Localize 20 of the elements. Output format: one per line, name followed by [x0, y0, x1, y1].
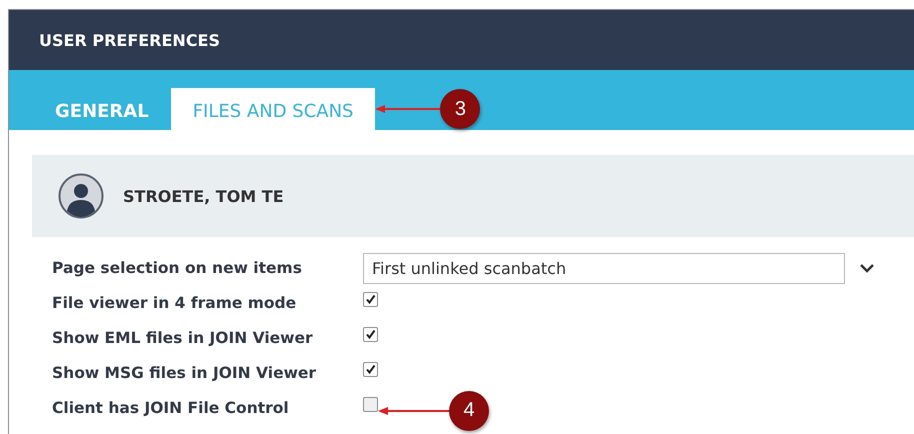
setting-label: Page selection on new items: [52, 259, 303, 277]
setting-label: Client has JOIN File Control: [52, 398, 290, 416]
callout-number: 3: [440, 89, 480, 129]
checkbox[interactable]: [363, 292, 378, 307]
chevron-down-icon[interactable]: [859, 263, 875, 273]
arrow: [378, 406, 450, 416]
callout-number: 4: [449, 390, 489, 430]
tab[interactable]: FILES AND SCANS: [170, 88, 376, 130]
tab[interactable]: GENERAL: [33, 88, 171, 130]
avatar-icon: [58, 173, 104, 219]
arrow: [375, 104, 442, 114]
checkbox[interactable]: [363, 362, 378, 377]
setting-label: File viewer in 4 frame mode: [52, 294, 298, 312]
checkbox[interactable]: [363, 327, 378, 342]
checkbox[interactable]: [363, 397, 378, 412]
window-title: USER PREFERENCES: [39, 30, 220, 50]
setting-label: Show MSG files in JOIN Viewer: [52, 364, 318, 382]
page-selection-dropdown[interactable]: First unlinked scanbatch: [363, 252, 845, 284]
user-name: STROETE, TOM TE: [123, 186, 284, 206]
setting-label: Show EML files in JOIN Viewer: [52, 328, 314, 346]
